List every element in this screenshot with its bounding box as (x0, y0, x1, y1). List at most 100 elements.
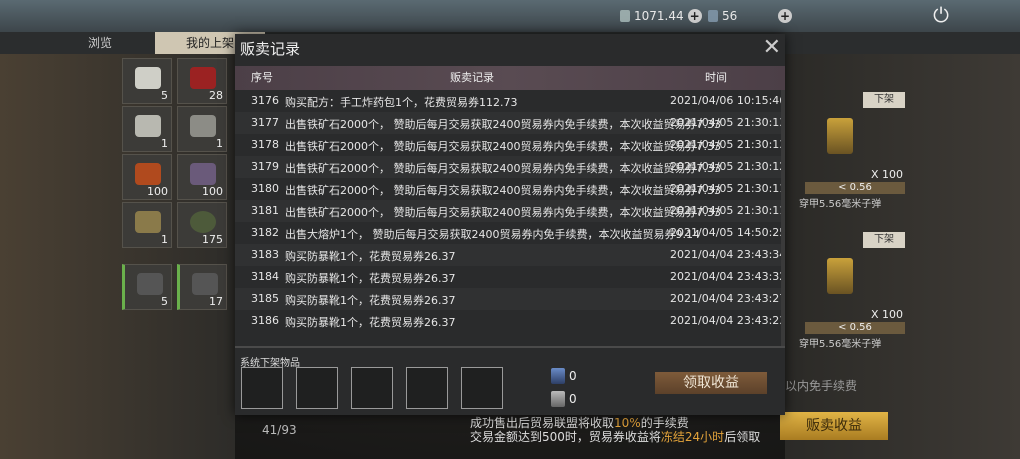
item-count: 17 (209, 295, 223, 308)
inventory-panel: 5 28 1 1 100 100 1 175 5 17 (0, 54, 235, 459)
item-icon (190, 163, 216, 185)
card-icon (708, 10, 718, 22)
row-id: 3182 (251, 226, 279, 239)
item-icon (190, 115, 216, 137)
inventory-pager: 41/93 (262, 423, 297, 437)
add-currency2-button[interactable]: + (778, 9, 792, 23)
item-icon (137, 273, 163, 295)
row-time: 2021/04/04 23:43:34 (670, 248, 785, 261)
listing-name: 穿甲5.56毫米子弹 (799, 199, 882, 210)
power-icon[interactable]: ⏻ (928, 2, 954, 28)
inventory-slot[interactable]: 17 (177, 264, 227, 310)
inventory-slot[interactable]: 175 (177, 202, 227, 248)
table-row: 3178 出售铁矿石2000个， 赞助后每月交易获取2400贸易券内免手续费，本… (235, 134, 785, 156)
table-row: 3182 出售大熔炉1个， 赞助后每月交易获取2400贸易券内免手续费，本次收益… (235, 222, 785, 244)
row-record: 购买防暴靴1个，花费贸易券26.37 (285, 294, 456, 307)
inventory-slot[interactable]: 28 (177, 58, 227, 104)
delist-button[interactable]: 下架 (863, 92, 905, 108)
item-icon (135, 163, 161, 185)
table-row: 3185 购买防暴靴1个，花费贸易券26.37 2021/04/04 23:43… (235, 288, 785, 310)
inventory-slot[interactable]: 1 (122, 106, 172, 152)
trade-card-count: 0 (569, 369, 577, 383)
row-id: 3186 (251, 314, 279, 327)
add-currency1-button[interactable]: + (687, 9, 702, 23)
sell-earnings-button[interactable]: 贩卖收益 (780, 412, 888, 440)
row-record: 出售铁矿石2000个， 赞助后每月交易获取2400贸易券内免手续费，本次收益贸易… (285, 140, 721, 153)
table-row: 3177 出售铁矿石2000个， 赞助后每月交易获取2400贸易券内免手续费，本… (235, 112, 785, 134)
row-record: 购买防暴靴1个，花费贸易券26.37 (285, 250, 456, 263)
system-item-slot[interactable] (241, 367, 283, 409)
top-bar: 1071.44 + 56 + ⏻ (0, 0, 1020, 34)
currency1: 1071.44 + (620, 9, 702, 23)
currency2: 56 (708, 9, 737, 23)
item-count: 175 (202, 233, 223, 246)
ammo-icon (827, 118, 853, 154)
listing-name: 穿甲5.56毫米子弹 (799, 339, 882, 350)
inventory-slot[interactable]: 5 (122, 58, 172, 104)
freeze-info-text: 后领取 (724, 430, 761, 444)
row-id: 3184 (251, 270, 279, 283)
table-row: 3179 出售铁矿石2000个， 赞助后每月交易获取2400贸易券内免手续费，本… (235, 156, 785, 178)
item-icon (192, 273, 218, 295)
item-count: 28 (209, 89, 223, 102)
row-record: 购买防暴靴1个，花费贸易券26.37 (285, 272, 456, 285)
dialog-title: 贩卖记录 (240, 40, 301, 58)
close-icon[interactable]: ✕ (763, 36, 781, 60)
table-scrollbar[interactable] (781, 90, 785, 346)
trade-card-icon (551, 368, 565, 384)
tab-browse[interactable]: 浏览 (60, 32, 140, 54)
item-count: 1 (216, 137, 223, 150)
table-row: 3181 出售铁矿石2000个， 赞助后每月交易获取2400贸易券内免手续费，本… (235, 200, 785, 222)
row-record: 出售铁矿石2000个， 赞助后每月交易获取2400贸易券内免手续费，本次收益贸易… (285, 118, 721, 131)
inventory-slot[interactable]: 1 (122, 202, 172, 248)
system-item-slot[interactable] (461, 367, 503, 409)
table-row: 3180 出售铁矿石2000个， 赞助后每月交易获取2400贸易券内免手续费，本… (235, 178, 785, 200)
item-count: 5 (161, 295, 168, 308)
inventory-slot[interactable]: 100 (122, 154, 172, 200)
row-id: 3179 (251, 160, 279, 173)
row-time: 2021/04/04 23:43:23 (670, 314, 785, 327)
divider (235, 346, 785, 348)
listing-qty: X 100 (870, 308, 903, 321)
row-record: 出售铁矿石2000个， 赞助后每月交易获取2400贸易券内免手续费，本次收益贸易… (285, 162, 721, 175)
item-count: 100 (147, 185, 168, 198)
delist-button[interactable]: 下架 (863, 232, 905, 248)
row-id: 3178 (251, 138, 279, 151)
listing-card: 下架 X 100 < 0.56 穿甲5.56毫米子弹 (799, 232, 905, 350)
listings-panel: 下架 X 100 < 0.56 穿甲5.56毫米子弹 下架 X 100 < 0.… (785, 54, 1020, 459)
inventory-slot[interactable]: 1 (177, 106, 227, 152)
listing-price: < 0.56 (805, 182, 905, 194)
system-item-slot[interactable] (296, 367, 338, 409)
sales-record-dialog: 贩卖记录 ✕ 序号 贩卖记录 时间 3176 购买配方：手工炸药包1个，花费贸易… (235, 34, 785, 415)
row-id: 3180 (251, 182, 279, 195)
listing-qty: X 100 (870, 168, 903, 181)
freeze-info-text: 交易金额达到500时，贸易券收益将 (470, 430, 661, 444)
item-count: 1 (161, 233, 168, 246)
header-time: 时间 (705, 71, 727, 84)
listing-card: 下架 X 100 < 0.56 穿甲5.56毫米子弹 (799, 92, 905, 210)
item-icon (135, 115, 161, 137)
inventory-slot[interactable]: 5 (122, 264, 172, 310)
fee-hint: 以内免手续费 (785, 379, 858, 393)
system-item-slot[interactable] (351, 367, 393, 409)
row-time: 2021/04/05 21:30:11 (670, 204, 785, 217)
row-id: 3177 (251, 116, 279, 129)
record-table[interactable]: 3176 购买配方：手工炸药包1个，花费贸易券112.73 2021/04/06… (235, 90, 785, 346)
item-icon (190, 211, 216, 233)
row-time: 2021/04/05 21:30:11 (670, 182, 785, 195)
header-id: 序号 (251, 71, 273, 84)
inventory-slot[interactable]: 100 (177, 154, 227, 200)
trade-ticket-icon (551, 391, 565, 407)
row-time: 2021/04/06 10:15:46 (670, 94, 785, 107)
currency2-value: 56 (722, 9, 738, 23)
item-icon (135, 211, 161, 233)
table-row: 3176 购买配方：手工炸药包1个，花费贸易券112.73 2021/04/06… (235, 90, 785, 112)
system-item-slot[interactable] (406, 367, 448, 409)
freeze-info: 交易金额达到500时，贸易券收益将冻结24小时后领取 (470, 428, 760, 445)
freeze-info-duration: 冻结24小时 (660, 430, 725, 444)
row-id: 3183 (251, 248, 279, 261)
claim-earnings-button[interactable]: 领取收益 (655, 372, 767, 394)
row-id: 3185 (251, 292, 279, 305)
row-record: 购买配方：手工炸药包1个，花费贸易券112.73 (285, 96, 518, 109)
item-count: 5 (161, 89, 168, 102)
